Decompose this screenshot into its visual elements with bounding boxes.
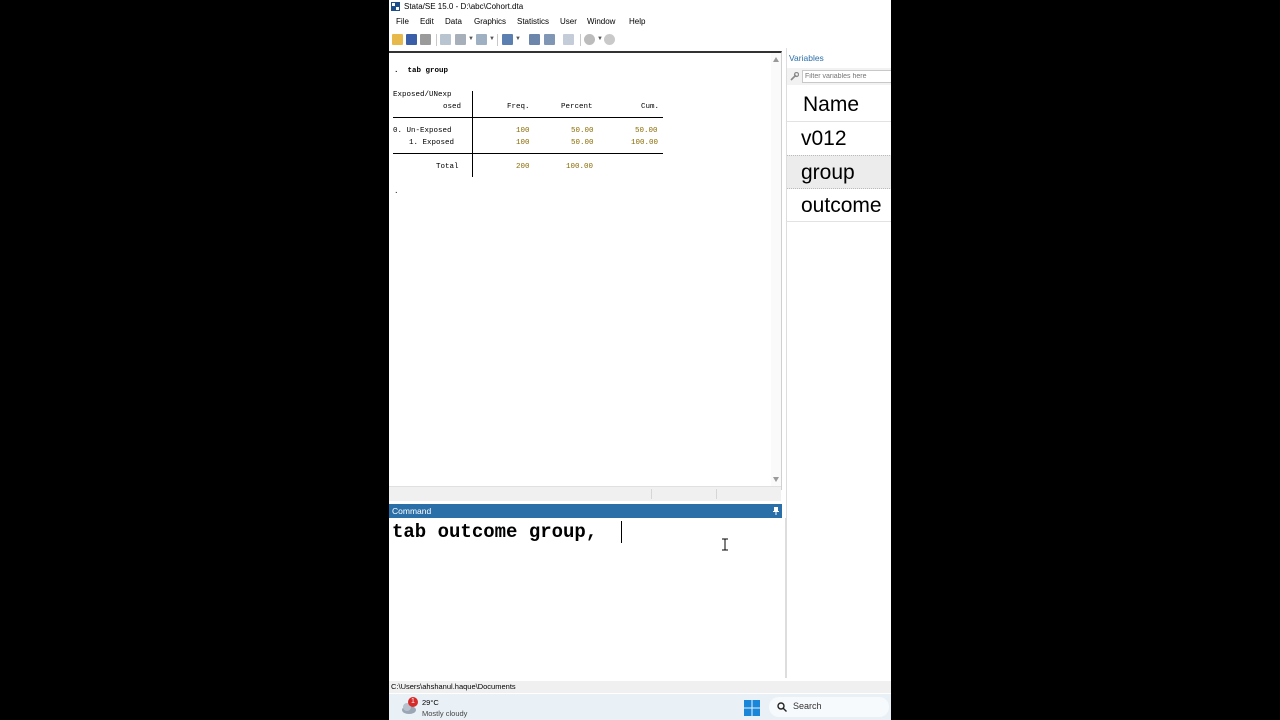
stata-app-icon [391,2,400,11]
list-item[interactable]: outcome [787,189,891,222]
scroll-up-icon[interactable] [773,57,779,62]
do-file-editor-icon[interactable] [502,34,513,45]
table-header-rule [393,117,663,118]
table-vertical-rule [472,91,473,177]
menu-graphics[interactable]: Graphics [474,15,506,29]
table-row-label: 0. Un-Exposed [393,127,452,135]
list-item[interactable]: v012 [787,122,891,155]
table-header-var-cont: osed [443,103,462,111]
table-total-percent: 100.00 [566,163,594,171]
weather-temperature: 29°C [422,698,439,707]
windows-start-icon[interactable] [744,700,760,716]
data-editor-edit-icon[interactable] [529,34,540,45]
variables-name-header[interactable]: Name [803,93,859,117]
open-icon[interactable] [392,34,403,45]
taskbar: 1 29°C Mostly cloudy Search [389,694,891,720]
graph-icon[interactable] [476,34,487,45]
table-row-freq: 100 [516,127,530,135]
command-window-header: Command [389,504,782,518]
table-row-cum: 100.00 [631,139,659,147]
table-total-freq: 200 [516,163,530,171]
list-item-selected[interactable]: group [787,155,891,189]
command-window-title: Command [392,506,432,516]
save-icon[interactable] [406,34,417,45]
table-row-percent: 50.00 [571,127,594,135]
menu-help[interactable]: Help [629,15,645,29]
filter-variables-input[interactable] [802,70,891,83]
title-bar: Stata/SE 15.0 - D:\abc\Cohort.dta [389,0,891,14]
log-icon[interactable] [440,34,451,45]
scroll-down-icon[interactable] [773,477,779,482]
table-row-cum: 50.00 [635,127,658,135]
menu-data[interactable]: Data [445,15,462,29]
data-editor-browse-icon[interactable] [544,34,555,45]
taskbar-search[interactable]: Search [769,697,889,717]
variable-name: group [801,161,855,184]
print-icon[interactable] [420,34,431,45]
table-total-label: Total [436,163,459,171]
results-prompt: . [394,188,399,196]
table-header-cum: Cum. [641,103,660,111]
menu-statistics[interactable]: Statistics [517,15,549,29]
menu-bar: File Edit Data Graphics Statistics User … [389,15,891,29]
variables-panel: Variables Name v012 group outcome [786,48,891,678]
command-text[interactable]: tab outcome group, [392,521,597,543]
ibeam-cursor-icon [722,538,728,551]
status-bar: C:\Users\ahshanul.haque\Documents [389,681,891,693]
table-row-percent: 50.00 [571,139,594,147]
table-header-freq: Freq. [507,103,530,111]
variables-title: Variables [789,53,824,63]
chevron-down-icon[interactable]: ▼ [515,36,521,42]
search-label: Search [793,701,822,711]
chevron-down-icon[interactable]: ▼ [489,36,495,42]
search-icon [777,702,787,712]
weather-description: Mostly cloudy [422,709,468,718]
wrench-icon [790,72,799,81]
stata-window: Stata/SE 15.0 - D:\abc\Cohort.dta File E… [389,0,891,720]
working-directory: C:\Users\ahshanul.haque\Documents [391,682,516,691]
variables-manager-icon[interactable] [563,34,574,45]
variable-name: outcome [801,194,882,217]
results-command-line: . tab group [394,67,449,75]
menu-user[interactable]: User [560,15,577,29]
results-vertical-scrollbar[interactable] [771,53,781,488]
text-caret [621,521,622,543]
more-icon[interactable] [584,34,595,45]
chevron-down-icon[interactable]: ▼ [597,36,603,42]
variable-name: v012 [801,127,847,150]
toolbar: ▼ ▼ ▼ ▼ [389,31,891,49]
viewer-icon[interactable] [455,34,466,45]
pin-icon[interactable] [773,507,779,515]
table-total-rule [393,153,663,154]
table-row-label: 1. Exposed [409,139,455,147]
window-title: Stata/SE 15.0 - D:\abc\Cohort.dta [404,2,524,11]
results-horizontal-scrollbar[interactable] [389,486,781,501]
results-window: . tab group Exposed/UNexp osed Freq. Per… [389,51,782,490]
notification-badge: 1 [408,697,418,707]
menu-edit[interactable]: Edit [420,15,434,29]
table-header-var: Exposed/UNexp [393,91,452,99]
table-header-percent: Percent [561,103,593,111]
menu-window[interactable]: Window [587,15,615,29]
menu-file[interactable]: File [396,15,409,29]
table-row-freq: 100 [516,139,530,147]
break-icon[interactable] [604,34,615,45]
chevron-down-icon[interactable]: ▼ [468,36,474,42]
